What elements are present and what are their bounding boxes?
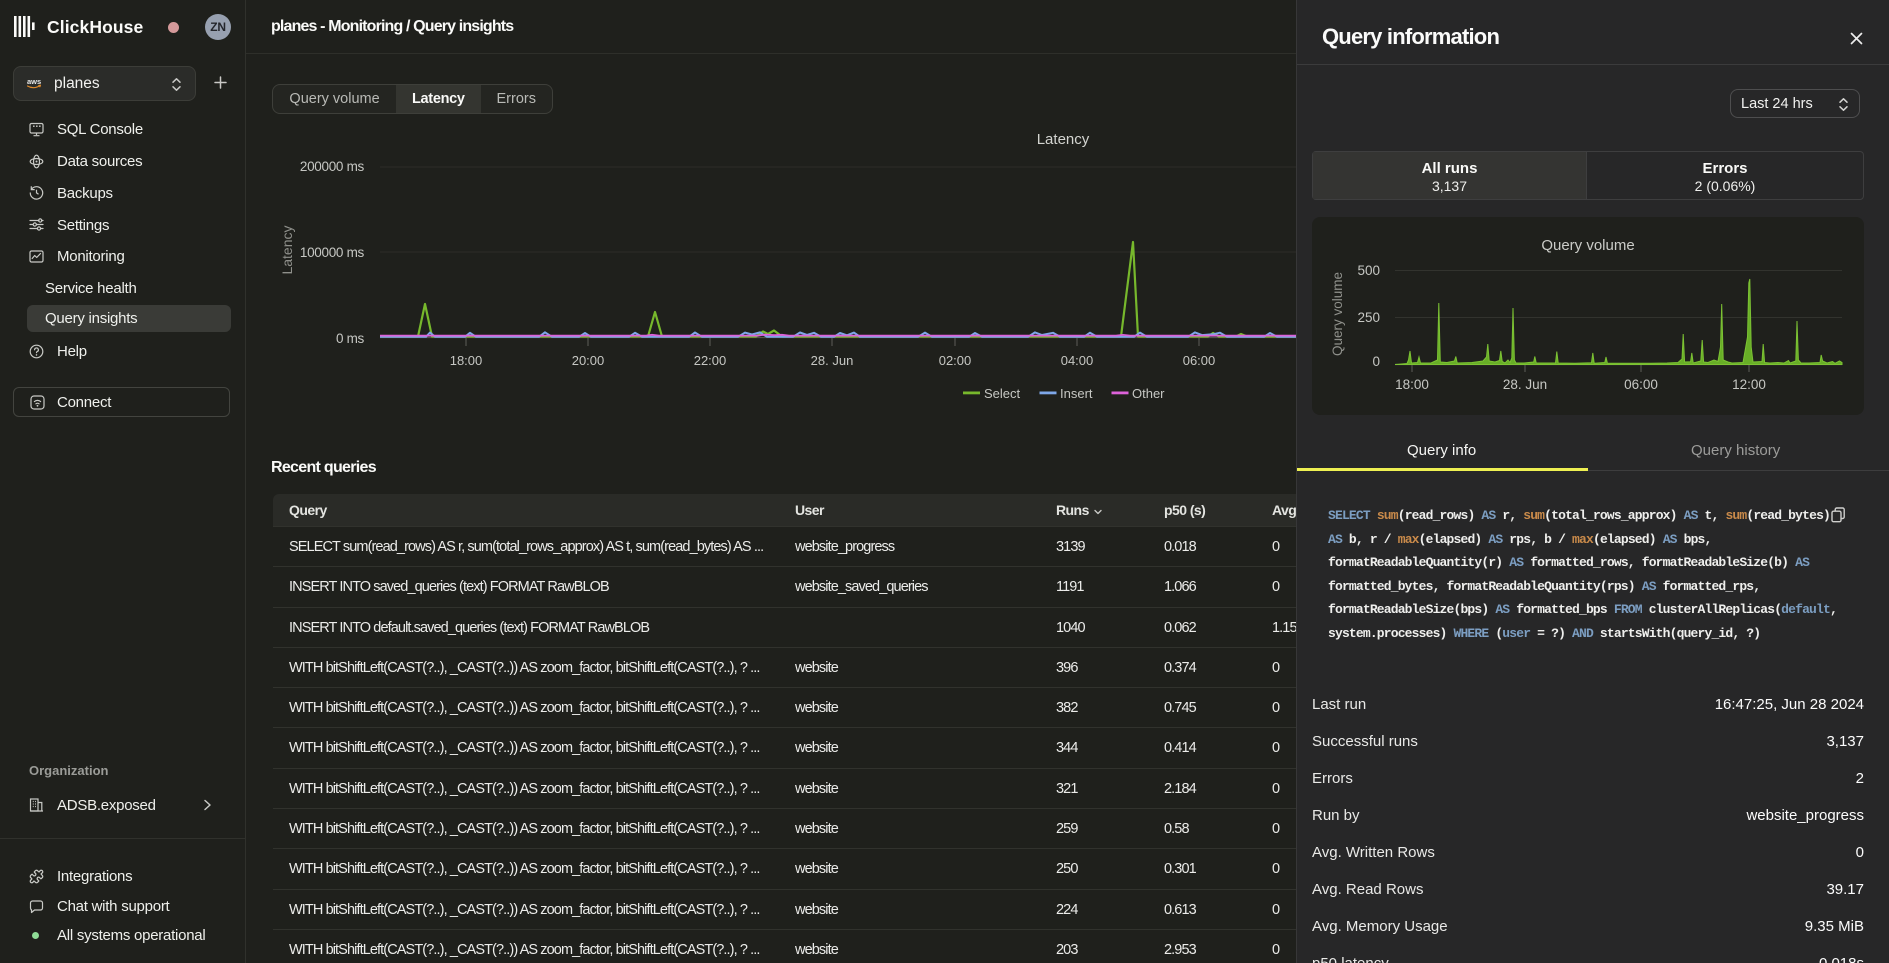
svg-text:Other: Other bbox=[1132, 386, 1165, 401]
svg-text:18:00: 18:00 bbox=[450, 353, 483, 368]
svg-text:Latency: Latency bbox=[279, 225, 295, 274]
svg-text:Insert: Insert bbox=[1060, 386, 1093, 401]
svg-text:0 ms: 0 ms bbox=[336, 331, 365, 346]
svg-text:Select: Select bbox=[984, 386, 1021, 401]
svg-text:200000 ms: 200000 ms bbox=[300, 159, 365, 174]
svg-text:12:00: 12:00 bbox=[1732, 377, 1766, 392]
svg-text:Latency: Latency bbox=[1037, 131, 1090, 148]
svg-text:06:00: 06:00 bbox=[1183, 353, 1216, 368]
svg-text:500: 500 bbox=[1357, 263, 1380, 278]
svg-text:28. Jun: 28. Jun bbox=[811, 353, 854, 368]
svg-text:20:00: 20:00 bbox=[572, 353, 605, 368]
svg-text:22:00: 22:00 bbox=[694, 353, 727, 368]
svg-text:18:00: 18:00 bbox=[1395, 377, 1429, 392]
svg-text:100000 ms: 100000 ms bbox=[300, 245, 365, 260]
svg-text:0: 0 bbox=[1372, 354, 1380, 369]
svg-text:aws: aws bbox=[27, 77, 41, 86]
svg-text:06:00: 06:00 bbox=[1624, 377, 1658, 392]
svg-text:04:00: 04:00 bbox=[1061, 353, 1094, 368]
svg-text:Query volume: Query volume bbox=[1330, 272, 1345, 356]
svg-text:Query volume: Query volume bbox=[1541, 237, 1634, 254]
svg-text:28. Jun: 28. Jun bbox=[1503, 377, 1547, 392]
svg-text:02:00: 02:00 bbox=[939, 353, 972, 368]
svg-text:250: 250 bbox=[1357, 310, 1380, 325]
